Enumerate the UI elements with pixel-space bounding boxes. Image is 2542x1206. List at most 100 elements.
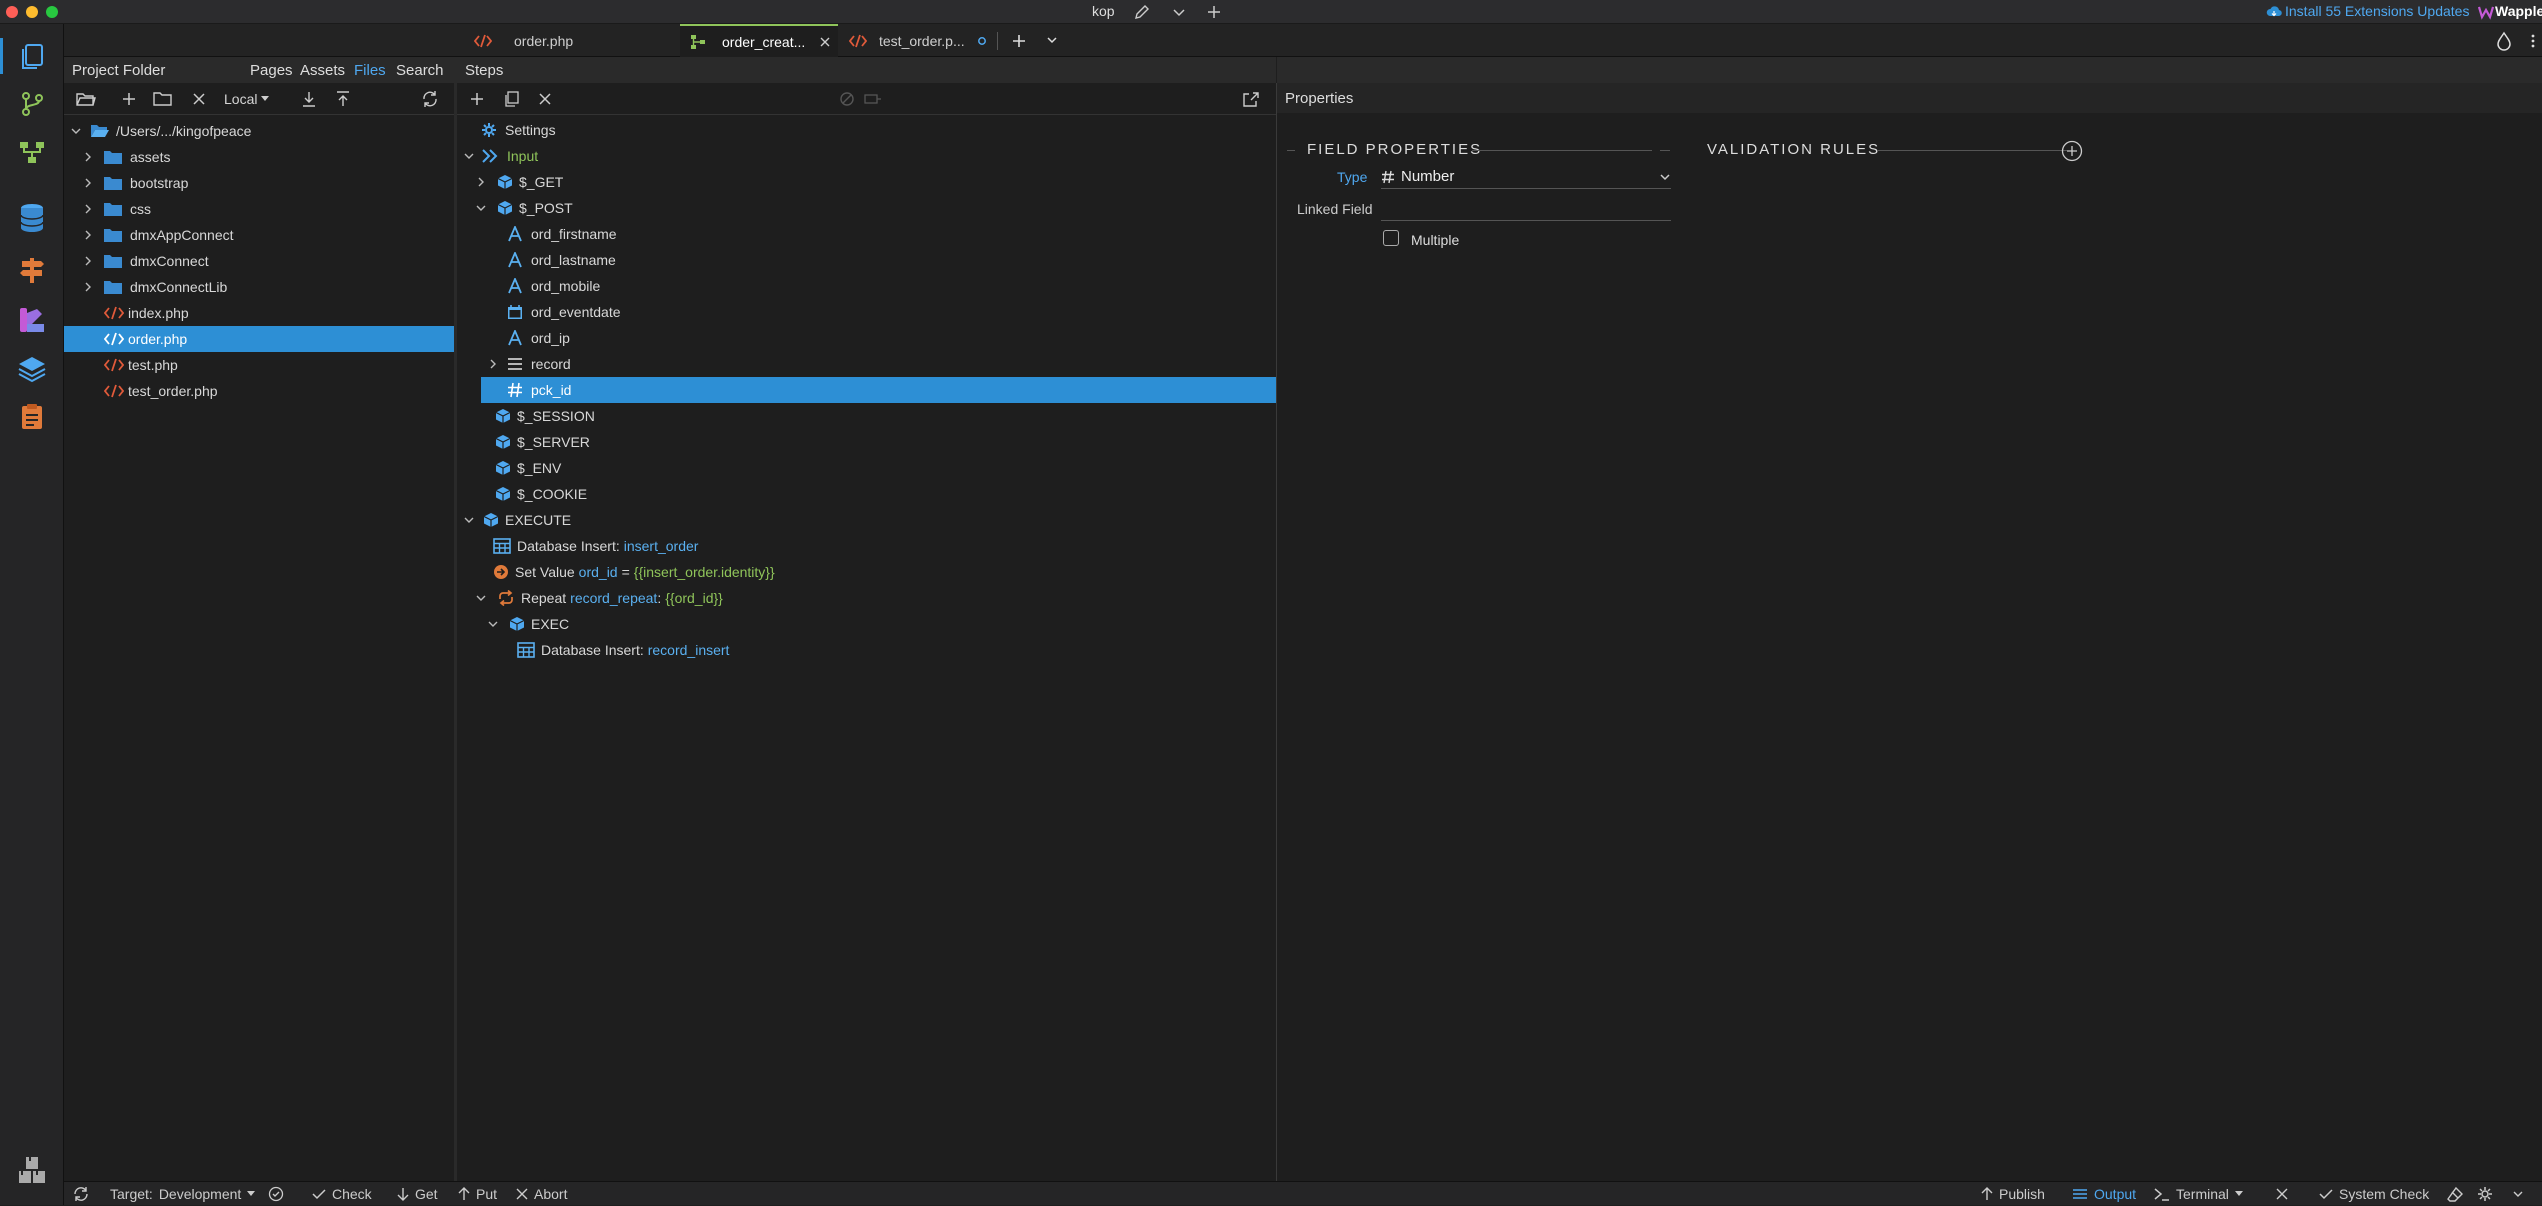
file-row-selected[interactable]: order.php — [64, 326, 454, 352]
folder-row[interactable]: dmxConnect — [64, 248, 454, 274]
extensions-update-link[interactable]: Install 55 Extensions Updates — [2285, 3, 2469, 19]
tree-root[interactable]: /Users/.../kingofpeace — [64, 118, 454, 144]
step-set-value[interactable]: Set Value ord_id = {{insert_order.identi… — [457, 559, 1276, 585]
add-step-plus-icon[interactable] — [463, 85, 491, 113]
check-button[interactable]: Check — [312, 1182, 372, 1206]
post-field-text[interactable]: ord_firstname — [457, 221, 1276, 247]
tab-order-create[interactable]: order_creat... — [680, 24, 838, 57]
nav-files[interactable]: Files — [354, 62, 386, 79]
type-select[interactable]: Number — [1381, 165, 1671, 189]
extensions-boxes-icon[interactable] — [14, 1152, 50, 1188]
new-file-plus-icon[interactable] — [115, 85, 143, 113]
target-select[interactable]: Target: Development — [110, 1182, 256, 1206]
terminal-tab[interactable]: Terminal — [2154, 1182, 2243, 1206]
status-check-icon[interactable] — [268, 1182, 284, 1206]
nav-pages[interactable]: Pages — [250, 62, 293, 79]
minimize-window-button[interactable] — [26, 6, 38, 18]
export-share-icon[interactable] — [1237, 85, 1265, 113]
chevron-right-icon[interactable] — [80, 201, 96, 217]
sync-refresh-button[interactable] — [72, 1182, 90, 1206]
database-icon[interactable] — [14, 200, 50, 236]
files-pages-icon[interactable] — [14, 38, 50, 74]
step-get[interactable]: $_GET — [457, 169, 1276, 195]
step-options-icon[interactable] — [859, 85, 887, 113]
refresh-icon[interactable] — [416, 85, 444, 113]
add-validation-plus-circle-icon[interactable] — [2061, 140, 2083, 162]
routing-signpost-icon[interactable] — [14, 252, 50, 288]
upload-arrow-icon[interactable] — [329, 85, 357, 113]
more-options-icon[interactable] — [2530, 33, 2536, 49]
maximize-window-button[interactable] — [46, 6, 58, 18]
system-check-button[interactable]: System Check — [2319, 1182, 2429, 1206]
post-field-text[interactable]: ord_lastname — [457, 247, 1276, 273]
step-database-insert[interactable]: Database Insert: record_insert — [457, 637, 1276, 663]
step-repeat[interactable]: Repeat record_repeat : {{ord_id}} — [457, 585, 1276, 611]
chevron-right-icon[interactable] — [485, 356, 501, 372]
download-arrow-icon[interactable] — [295, 85, 323, 113]
tab-order-php[interactable]: order.php — [464, 24, 680, 57]
chevron-down-icon[interactable] — [473, 590, 489, 606]
chevron-down-icon[interactable] — [461, 512, 477, 528]
folder-row[interactable]: dmxConnectLib — [64, 274, 454, 300]
chevron-right-icon[interactable] — [80, 175, 96, 191]
folder-row[interactable]: bootstrap — [64, 170, 454, 196]
chevron-down-icon[interactable] — [1171, 4, 1187, 20]
folder-row[interactable]: dmxAppConnect — [64, 222, 454, 248]
remove-step-x-icon[interactable] — [531, 85, 559, 113]
step-server[interactable]: $_SERVER — [457, 429, 1276, 455]
git-branch-icon[interactable] — [14, 86, 50, 122]
chevron-down-icon[interactable] — [473, 200, 489, 216]
settings-gear-icon[interactable] — [2477, 1182, 2493, 1206]
nav-assets[interactable]: Assets — [300, 62, 345, 79]
cloud-download-icon[interactable] — [2266, 4, 2282, 20]
target-location-select[interactable]: Local — [224, 87, 270, 111]
step-settings[interactable]: Settings — [457, 117, 1276, 143]
layers-icon[interactable] — [14, 350, 50, 386]
step-post[interactable]: $_POST — [457, 195, 1276, 221]
nav-search[interactable]: Search — [396, 62, 444, 79]
pencil-icon[interactable] — [1133, 3, 1151, 21]
put-button[interactable]: Put — [458, 1182, 497, 1206]
server-connect-icon[interactable] — [14, 134, 50, 170]
post-field-array[interactable]: record — [457, 351, 1276, 377]
close-panel-x-icon[interactable] — [2276, 1182, 2288, 1206]
file-row[interactable]: test.php — [64, 352, 454, 378]
linked-field-input[interactable] — [1381, 197, 1671, 221]
step-database-insert[interactable]: Database Insert: insert_order — [457, 533, 1276, 559]
file-row[interactable]: test_order.php — [64, 378, 454, 404]
tab-test-order-php[interactable]: test_order.p... — [839, 24, 997, 57]
chevron-down-icon[interactable] — [461, 148, 477, 164]
publish-button[interactable]: Publish — [1981, 1182, 2045, 1206]
chevron-right-icon[interactable] — [80, 227, 96, 243]
close-window-button[interactable] — [6, 6, 18, 18]
multiple-checkbox[interactable] — [1383, 230, 1399, 246]
post-field-text[interactable]: ord_mobile — [457, 273, 1276, 299]
step-exec[interactable]: EXEC — [457, 611, 1276, 637]
file-row[interactable]: index.php — [64, 300, 454, 326]
get-button[interactable]: Get — [397, 1182, 438, 1206]
chevron-down-icon[interactable] — [68, 123, 84, 139]
collapse-chevron-icon[interactable] — [2512, 1182, 2524, 1206]
new-folder-icon[interactable] — [149, 85, 177, 113]
disable-step-icon[interactable] — [833, 85, 861, 113]
folder-row[interactable]: assets — [64, 144, 454, 170]
chevron-right-icon[interactable] — [80, 279, 96, 295]
clipboard-tasks-icon[interactable] — [14, 398, 50, 434]
step-execute[interactable]: EXECUTE — [457, 507, 1276, 533]
step-env[interactable]: $_ENV — [457, 455, 1276, 481]
chevron-down-icon[interactable] — [485, 616, 501, 632]
step-session[interactable]: $_SESSION — [457, 403, 1276, 429]
post-field-text[interactable]: ord_ip — [457, 325, 1276, 351]
step-cookie[interactable]: $_COOKIE — [457, 481, 1276, 507]
copy-icon[interactable] — [497, 85, 525, 113]
design-palette-icon[interactable] — [14, 302, 50, 338]
tab-close-icon[interactable] — [819, 36, 831, 48]
open-folder-icon[interactable] — [72, 85, 100, 113]
post-field-number-selected[interactable]: pck_id — [481, 377, 1276, 403]
abort-button[interactable]: Abort — [516, 1182, 567, 1206]
theme-drop-icon[interactable] — [2495, 31, 2513, 51]
output-tab[interactable]: Output — [2072, 1182, 2136, 1206]
new-tab-plus-icon[interactable] — [1010, 32, 1028, 50]
eraser-icon[interactable] — [2447, 1182, 2463, 1206]
chevron-right-icon[interactable] — [80, 253, 96, 269]
